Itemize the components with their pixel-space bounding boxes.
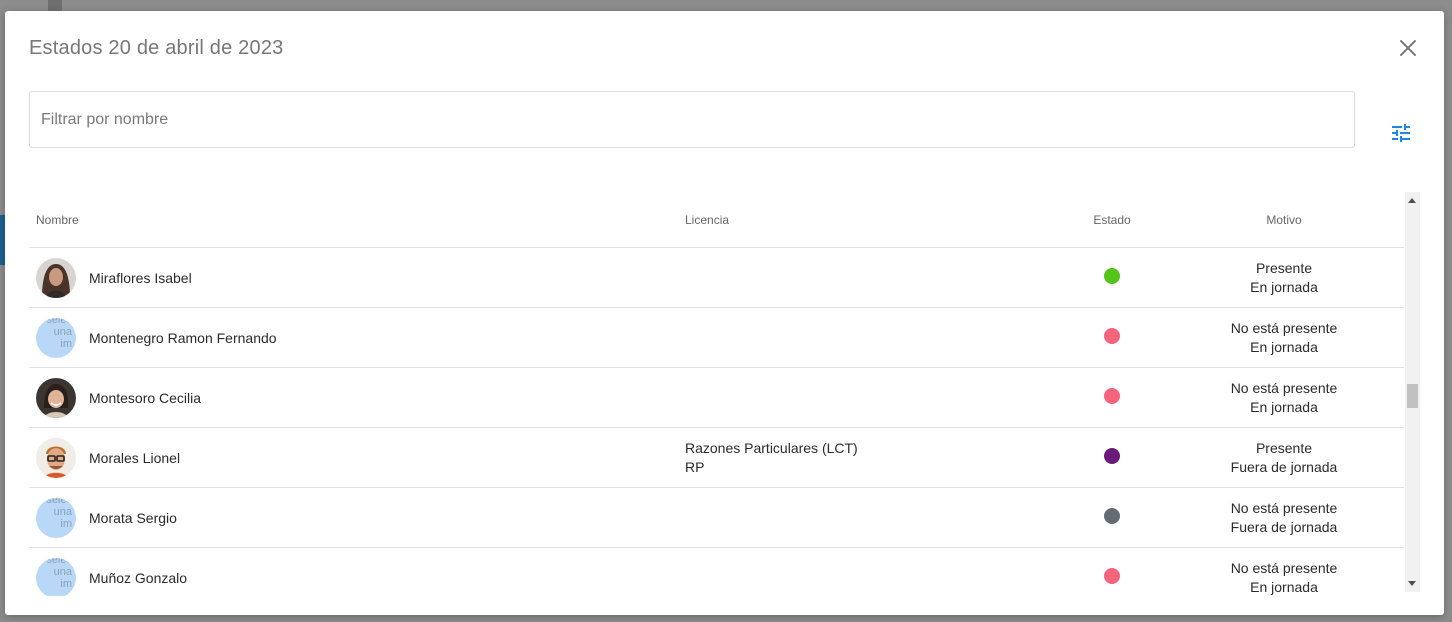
- table-scrollbar[interactable]: [1405, 192, 1420, 592]
- status-dot: [1104, 328, 1120, 344]
- motivo-shift: En jornada: [1250, 278, 1318, 295]
- column-header-nombre[interactable]: Nombre: [29, 192, 685, 248]
- motivo-status: No está presente: [1230, 559, 1338, 576]
- license-name: Razones Particulares (LCT): [685, 439, 858, 456]
- dialog-title: Estados 20 de abril de 2023: [29, 37, 284, 59]
- table-row[interactable]: selec una im Morata Sergio No está prese…: [29, 487, 1404, 548]
- status-dot: [1104, 568, 1120, 584]
- employee-name: Miraflores Isabel: [89, 269, 192, 286]
- status-dialog: Estados 20 de abril de 2023 Nombre Licen…: [5, 11, 1444, 615]
- column-header-motivo[interactable]: Motivo: [1164, 192, 1404, 248]
- avatar-placeholder: selec una im: [36, 557, 76, 596]
- avatar-placeholder: selec una im: [36, 497, 76, 538]
- status-dot: [1104, 448, 1120, 464]
- table-row[interactable]: Montesoro Cecilia No está presente En jo…: [29, 367, 1404, 428]
- close-icon: [1400, 40, 1416, 56]
- name-filter-input[interactable]: [30, 92, 1354, 147]
- status-dot: [1104, 388, 1120, 404]
- motivo-shift: Fuera de jornada: [1230, 458, 1338, 475]
- avatar: [36, 377, 76, 418]
- motivo-status: No está presente: [1230, 379, 1338, 396]
- column-header-estado[interactable]: Estado: [1060, 192, 1164, 248]
- motivo-status: Presente: [1255, 439, 1313, 456]
- motivo-shift: En jornada: [1250, 338, 1318, 355]
- table-row[interactable]: selec una im Montenegro Ramon Fernando N…: [29, 307, 1404, 368]
- status-table: Nombre Licencia Estado Motivo Miraflores…: [29, 192, 1404, 596]
- name-filter-field: [29, 91, 1355, 148]
- motivo-status: No está presente: [1230, 499, 1338, 516]
- motivo-status: Presente: [1255, 259, 1313, 276]
- motivo-status: No está presente: [1230, 319, 1338, 336]
- employee-name: Muñoz Gonzalo: [89, 569, 188, 586]
- status-table-container: Nombre Licencia Estado Motivo Miraflores…: [29, 192, 1404, 596]
- close-button[interactable]: [1397, 37, 1419, 59]
- filter-settings-button[interactable]: [1389, 121, 1413, 145]
- scroll-thumb[interactable]: [1407, 384, 1418, 408]
- scroll-down-arrow-icon[interactable]: [1408, 581, 1416, 586]
- employee-name: Morata Sergio: [89, 509, 177, 526]
- table-row[interactable]: Morales Lionel Razones Particulares (LCT…: [29, 427, 1404, 488]
- status-dot: [1104, 268, 1120, 284]
- avatar: [36, 257, 76, 298]
- scroll-up-arrow-icon[interactable]: [1408, 198, 1416, 203]
- column-header-licencia[interactable]: Licencia: [685, 192, 1060, 248]
- avatar: [36, 437, 76, 478]
- employee-name: Montenegro Ramon Fernando: [89, 329, 277, 346]
- table-row[interactable]: Miraflores Isabel Presente En jornada: [29, 247, 1404, 308]
- table-header-row: Nombre Licencia Estado Motivo: [29, 192, 1404, 248]
- motivo-shift: Fuera de jornada: [1230, 518, 1338, 535]
- avatar-placeholder: selec una im: [36, 317, 76, 358]
- employee-name: Montesoro Cecilia: [89, 389, 202, 406]
- motivo-shift: En jornada: [1250, 398, 1318, 415]
- table-row[interactable]: selec una im Muñoz Gonzalo No está prese…: [29, 547, 1404, 596]
- status-dot: [1104, 508, 1120, 524]
- motivo-shift: En jornada: [1250, 578, 1318, 595]
- tune-icon: [1392, 124, 1410, 142]
- license-code: RP: [685, 458, 705, 475]
- employee-name: Morales Lionel: [89, 449, 181, 466]
